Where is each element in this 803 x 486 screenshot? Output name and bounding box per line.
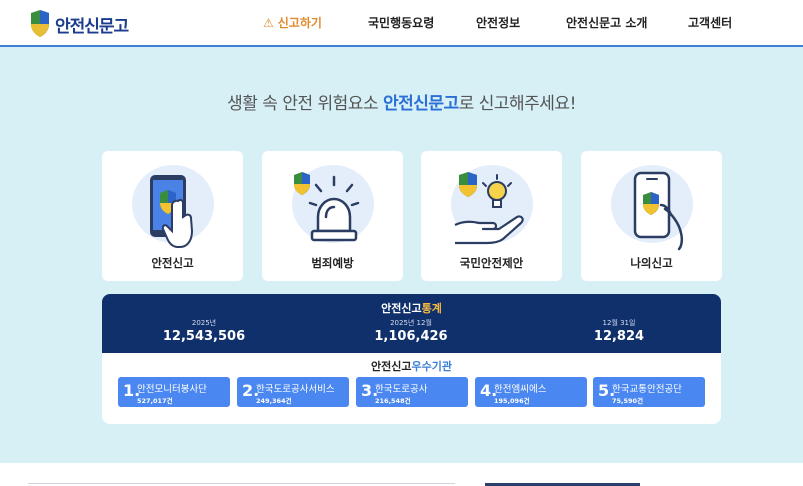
nav-safety-info-label: 안전정보 bbox=[476, 16, 521, 30]
stat-year: 2025년 12,543,506 bbox=[134, 318, 274, 344]
best-org-item[interactable]: 4. 한전엠씨에스 195,096건 bbox=[475, 377, 587, 407]
card-label: 범죄예방 bbox=[311, 256, 354, 270]
shield-logo-icon bbox=[31, 10, 49, 37]
nav-action-guide-label: 국민행동요령 bbox=[368, 16, 435, 30]
card-my-reports[interactable]: 나의신고 bbox=[581, 151, 722, 281]
stat-day: 12월 31일 12,824 bbox=[549, 318, 689, 344]
logo-text: 안전신문고 bbox=[55, 16, 129, 37]
nav-report-label: 신고하기 bbox=[277, 16, 322, 30]
warning-icon: ⚠ bbox=[263, 15, 274, 30]
best-org-title: 안전신고우수기관 bbox=[102, 358, 721, 374]
org-count: 75,590건 bbox=[612, 397, 644, 405]
headline-text-pre: 생활 속 안전 위험요소 bbox=[227, 94, 383, 114]
stat-caption: 2025년 bbox=[191, 319, 217, 327]
headline-text-post: 로 신고해주세요! bbox=[458, 94, 577, 114]
best-org-item[interactable]: 5. 한국교통안전공단 75,590건 bbox=[593, 377, 705, 407]
stat-caption: 12월 31일 bbox=[602, 319, 636, 327]
org-name: 안전모니터봉사단 bbox=[137, 384, 207, 395]
stat-month: 2025년 12월 1,106,426 bbox=[341, 318, 481, 344]
card-label: 나의신고 bbox=[630, 256, 673, 270]
idea-hand-icon bbox=[454, 172, 524, 245]
card-label: 안전신고 bbox=[151, 256, 194, 270]
nav-safety-info[interactable]: 안전정보 bbox=[476, 0, 520, 45]
org-name: 한국도로공사 bbox=[375, 384, 428, 395]
nav-about[interactable]: 안전신문고 소개 bbox=[566, 0, 647, 45]
org-count: 249,364건 bbox=[256, 397, 292, 405]
divider bbox=[28, 483, 455, 484]
org-name: 한전엠씨에스 bbox=[494, 384, 547, 395]
stats-summary: 안전신고통계 2025년 12,543,506 2025년 12월 1,106,… bbox=[102, 294, 721, 353]
hero-section: 생활 속 안전 위험요소 안전신문고로 신고해주세요! 안전신고 범죄예방 국민… bbox=[0, 47, 803, 463]
nav-action-guide[interactable]: 국민행동요령 bbox=[368, 0, 434, 45]
nav-about-label: 안전신문고 소개 bbox=[566, 16, 648, 30]
nav-support-label: 고객센터 bbox=[688, 16, 733, 30]
headline-brand: 안전신문고 bbox=[382, 94, 459, 114]
my-phone-icon bbox=[633, 171, 684, 251]
content-strip bbox=[0, 463, 803, 486]
best-org-item[interactable]: 1. 안전모니터봉사단 527,017건 bbox=[118, 377, 230, 407]
stats-title-b: 통계 bbox=[421, 302, 442, 315]
stats-panel: 안전신고통계 2025년 12,543,506 2025년 12월 1,106,… bbox=[102, 294, 721, 424]
best-title-b: 우수기관 bbox=[411, 360, 452, 373]
stat-value: 1,106,426 bbox=[374, 329, 448, 344]
stats-title-a: 안전신고 bbox=[381, 302, 422, 315]
site-header: 안전신문고 ⚠ 신고하기 국민행동요령 안전정보 안전신문고 소개 고객센터 bbox=[0, 0, 803, 47]
nav-support[interactable]: 고객센터 bbox=[688, 0, 732, 45]
stat-caption: 2025년 12월 bbox=[390, 319, 432, 327]
stat-value: 12,543,506 bbox=[162, 329, 246, 344]
org-name: 한국도로공사서비스 bbox=[256, 384, 335, 395]
org-count: 195,096건 bbox=[494, 397, 530, 405]
card-safety-report[interactable]: 안전신고 bbox=[102, 151, 243, 281]
best-org-item[interactable]: 2. 한국도로공사서비스 249,364건 bbox=[237, 377, 349, 407]
org-name: 한국교통안전공단 bbox=[612, 384, 682, 395]
best-org-item[interactable]: 3. 한국도로공사 216,548건 bbox=[356, 377, 468, 407]
hero-headline: 생활 속 안전 위험요소 안전신문고로 신고해주세요! bbox=[0, 89, 803, 114]
org-count: 527,017건 bbox=[137, 397, 173, 405]
stat-value: 12,824 bbox=[593, 329, 645, 344]
card-label: 국민안전제안 bbox=[459, 256, 524, 270]
card-citizen-proposal[interactable]: 국민안전제안 bbox=[421, 151, 562, 281]
nav-report[interactable]: ⚠ 신고하기 bbox=[263, 0, 322, 45]
siren-icon bbox=[294, 172, 360, 242]
phone-tap-icon bbox=[150, 175, 194, 248]
org-count: 216,548건 bbox=[375, 397, 411, 405]
best-title-a: 안전신고 bbox=[371, 360, 412, 373]
card-crime-prevention[interactable]: 범죄예방 bbox=[262, 151, 403, 281]
stats-title: 안전신고통계 bbox=[102, 300, 721, 316]
logo-link[interactable]: 안전신문고 bbox=[28, 8, 129, 40]
